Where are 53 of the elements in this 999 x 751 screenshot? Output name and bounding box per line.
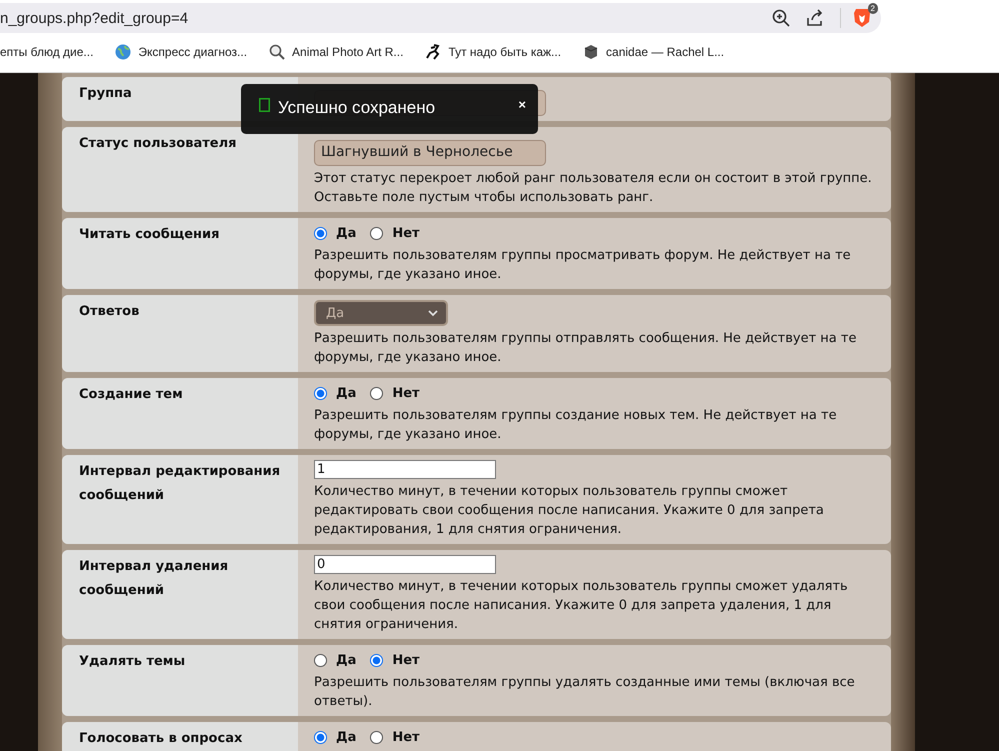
setting-description: Разрешить пользователям группы просматривать форум. Не действует на те форумы, где указано иное.: [314, 247, 852, 284]
bookmark-link[interactable]: епты блюд дие...: [0, 45, 94, 59]
setting-label: Голосовать в опросах: [62, 722, 298, 751]
input-field[interactable]: 1: [314, 460, 496, 479]
radio-label: Нет: [392, 652, 420, 668]
setting-label: Интервал удаления сообщений: [62, 550, 298, 639]
share-icon[interactable]: [806, 9, 824, 27]
bookmark-link[interactable]: Тут надо быть каж...: [425, 44, 562, 60]
close-button[interactable]: ×: [518, 98, 526, 112]
radio-button[interactable]: [314, 730, 327, 744]
radio-button[interactable]: [314, 386, 327, 400]
setting-description: Количество минут, в течении которых пользователь группы сможет редактировать свои сообщения после написания. Укажите 0 для запрета редактирования, 1 для снятия ограничения.: [314, 483, 825, 539]
radio-button[interactable]: [314, 654, 327, 666]
running-figure-icon: [425, 44, 442, 60]
bookmark-link[interactable]: Экспресс диагноз...: [115, 44, 248, 60]
bookmark-link[interactable]: canidae — Rachel L...: [583, 44, 724, 60]
radio-label: Нет: [392, 730, 420, 744]
radio-label: Нет: [392, 226, 420, 240]
setting-label: Удалять темы: [62, 645, 298, 716]
globe-icon: [115, 44, 132, 60]
setting-label: Создание тем: [62, 378, 298, 449]
setting-description: Этот статус перекроет любой ранг пользователя если он состоит в этой группе. Оставьте поле пустым чтобы использовать ранг.: [314, 170, 873, 207]
setting-description: Количество минут, в течении которых пользователь группы сможет удалять свои сообщения после написания. Укажите 0 для запрета удаления, 1 для снятия ограничения.: [314, 578, 849, 634]
radio-label: Да: [336, 226, 356, 240]
radio-button[interactable]: [370, 730, 384, 744]
radio-button[interactable]: [370, 386, 384, 400]
setting-label: Ответов: [62, 295, 298, 372]
radio-label: Нет: [392, 386, 420, 400]
setting-description: Разрешить пользователям группы отправлять сообщения. Не действует на те форумы, где указано иное.: [314, 330, 858, 367]
text-field[interactable]: Шагнувший в Чернолесье: [314, 140, 546, 166]
url-text: n_groups.php?edit_group=4: [0, 10, 188, 26]
lion-shield-icon[interactable]: [853, 8, 871, 28]
radio-label: Да: [336, 730, 356, 744]
radio-label: Да: [336, 386, 356, 400]
setting-label: Читать сообщения: [62, 218, 298, 289]
bookmark-link[interactable]: Animal Photo Art R...: [269, 44, 404, 60]
select-dropdown[interactable]: Да: [314, 300, 448, 326]
setting-label: Статус пользователя: [62, 127, 298, 212]
radio-label: Да: [336, 652, 356, 668]
radio-button[interactable]: [314, 226, 327, 240]
magnifier-icon: [269, 44, 286, 60]
setting-description: Разрешить пользователям группы создание новых тем. Не действует на те форумы, где указано иное.: [314, 407, 838, 444]
zoom-icon[interactable]: [772, 9, 790, 27]
square-icon: [259, 98, 270, 112]
address-bar[interactable]: n_groups.php?edit_group=4 2: [0, 3, 881, 33]
chevron-down-icon: [428, 310, 438, 316]
input-field[interactable]: 0: [314, 555, 496, 574]
setting-label: Интервал редактирования сообщений: [62, 455, 298, 544]
radio-button[interactable]: [370, 226, 384, 240]
notification-badge: 2: [868, 3, 878, 14]
cube-icon: [583, 44, 600, 60]
radio-button[interactable]: [370, 654, 384, 666]
setting-description: Разрешить пользователям группы удалять созданные ими темы (включая все ответы).: [314, 674, 856, 711]
